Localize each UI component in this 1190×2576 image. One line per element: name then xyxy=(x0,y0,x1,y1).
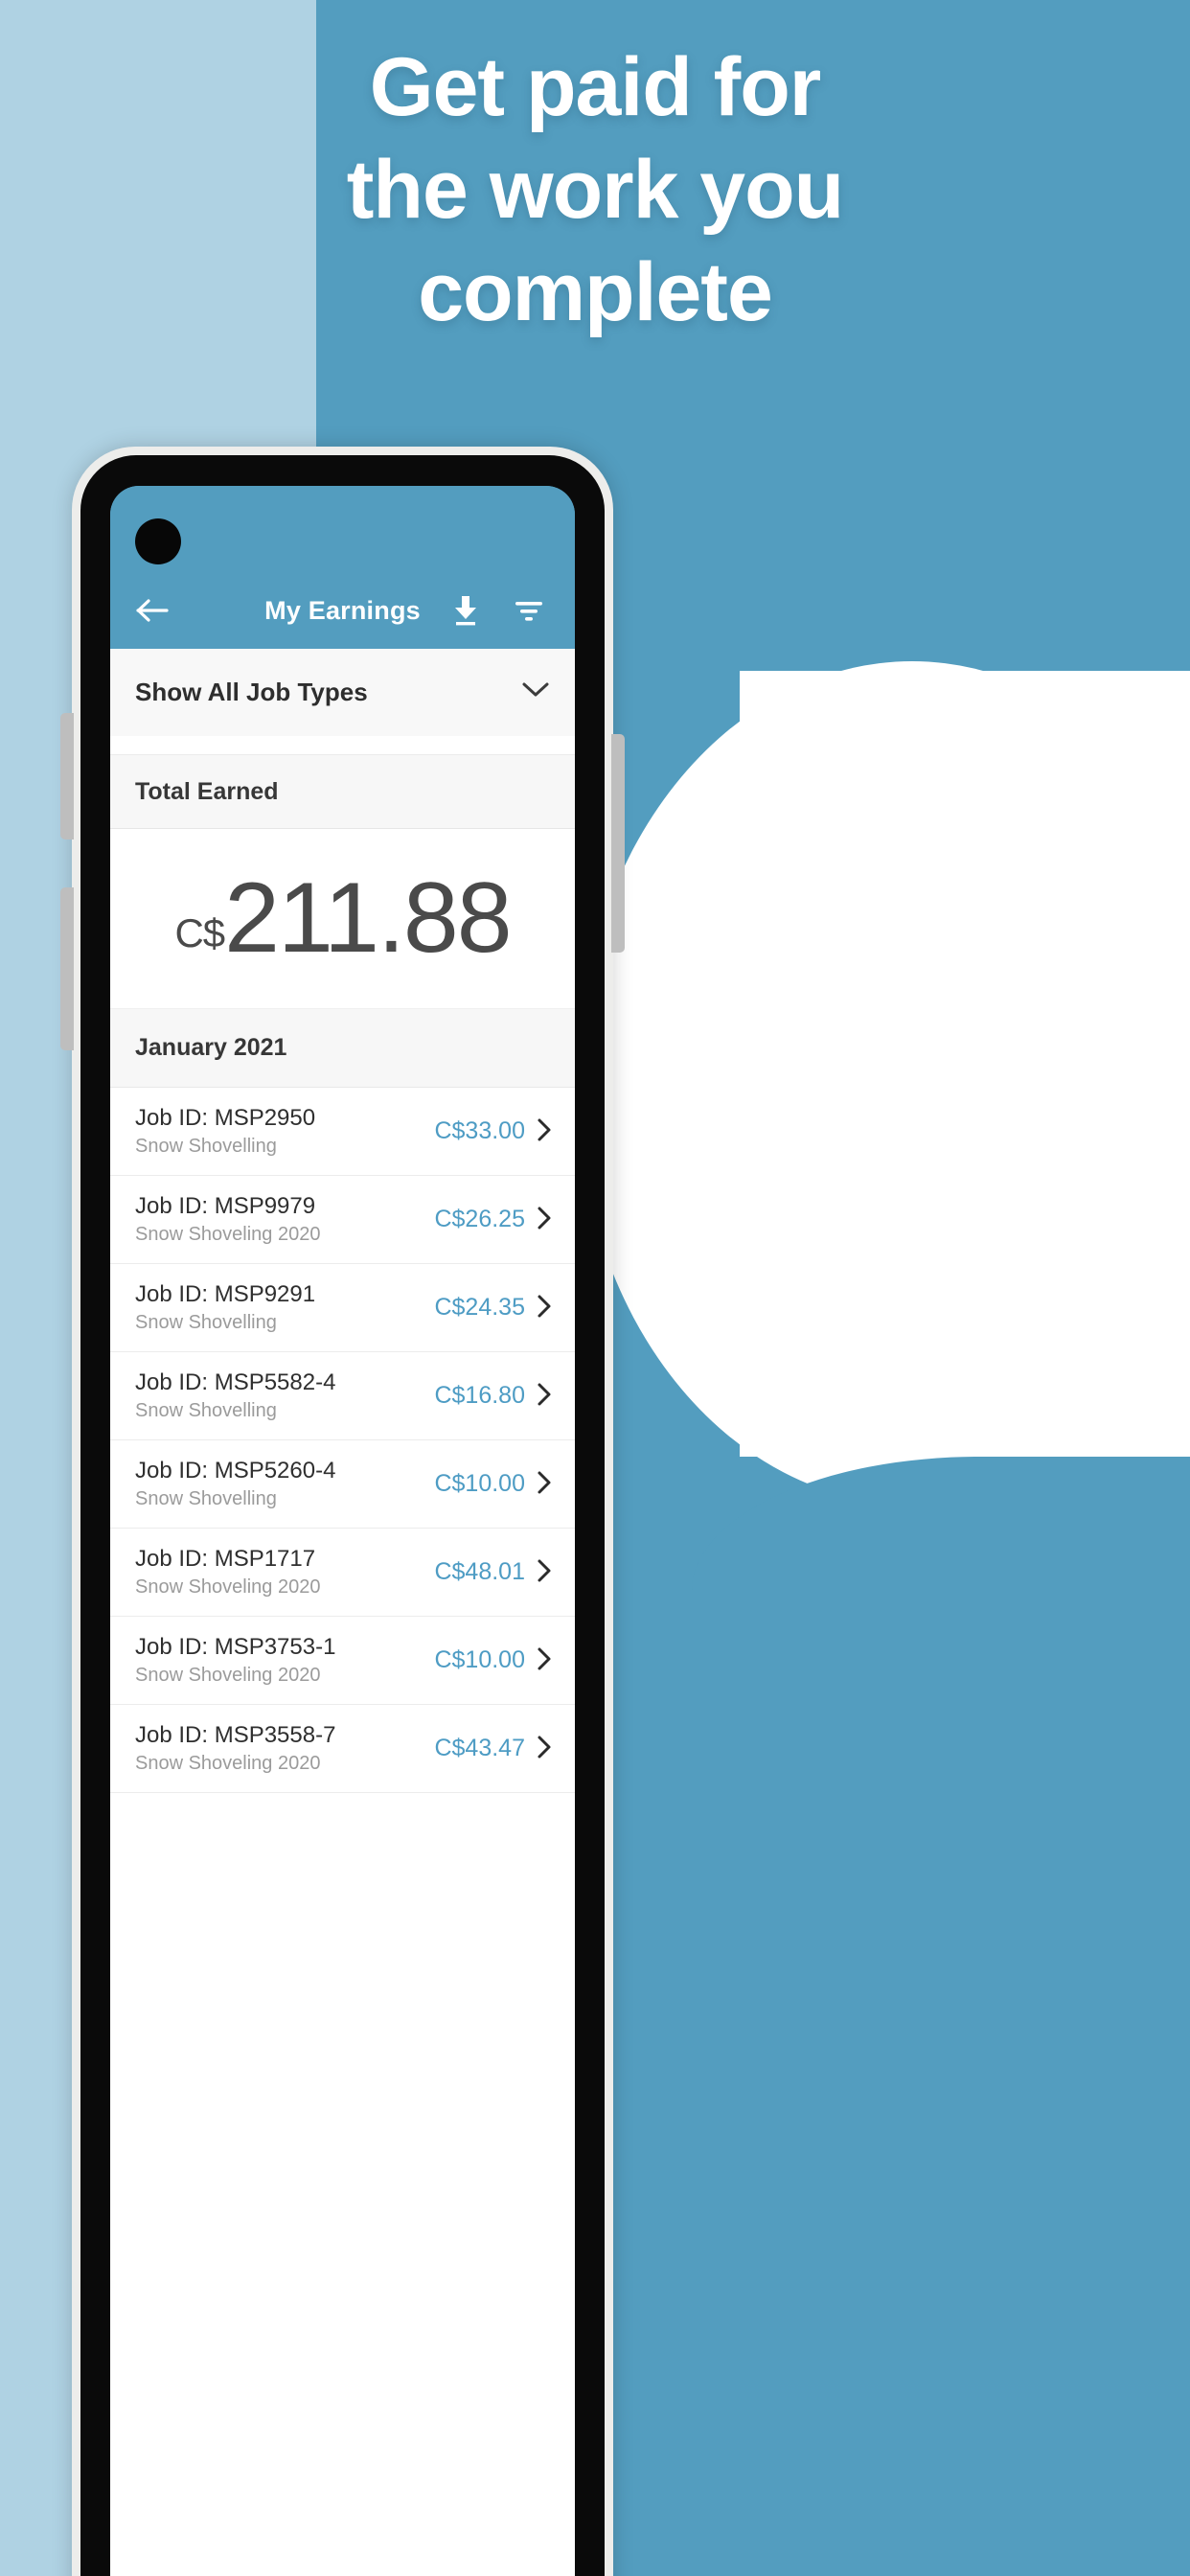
chevron-right-icon xyxy=(537,1470,552,1499)
job-row-amount-group: C$24.35 xyxy=(434,1294,552,1322)
download-button[interactable] xyxy=(441,586,491,635)
job-id-label: Job ID: MSP3558-7 xyxy=(135,1722,336,1748)
job-type-label: Snow Shoveling 2020 xyxy=(135,1224,321,1245)
job-earning-row[interactable]: Job ID: MSP1717 Snow Shoveling 2020 C$48.0… xyxy=(110,1529,575,1617)
job-earning-row[interactable]: Job ID: MSP2950 Snow Shovelling C$33.00 xyxy=(110,1088,575,1176)
hero-headline-line-2: the work you xyxy=(346,144,844,236)
job-row-amount-group: C$48.01 xyxy=(434,1558,552,1587)
job-row-amount-group: C$10.00 xyxy=(434,1470,552,1499)
job-row-amount-group: C$16.80 xyxy=(434,1382,552,1411)
hero-headline-line-1: Get paid for xyxy=(369,41,822,133)
status-bar xyxy=(110,486,575,572)
job-type-label: Snow Shovelling xyxy=(135,1400,277,1421)
job-row-text: Job ID: MSP3558-7 Snow Shoveling 2020 xyxy=(135,1722,335,1775)
total-earned-amount: C$ 211.88 xyxy=(110,829,575,1009)
total-amount-value: 211.88 xyxy=(224,862,512,975)
front-camera-icon xyxy=(135,518,181,564)
job-amount-label: C$33.00 xyxy=(434,1117,525,1144)
phone-screen: My Earnings Show All Job Types Total Ear… xyxy=(110,486,575,2576)
job-type-label: Snow Shovelling xyxy=(135,1488,277,1509)
job-type-label: Snow Shoveling 2020 xyxy=(135,1576,321,1598)
job-row-amount-group: C$33.00 xyxy=(434,1117,552,1146)
job-amount-label: C$10.00 xyxy=(434,1646,525,1673)
chevron-right-icon xyxy=(537,1735,552,1763)
job-id-label: Job ID: MSP5582-4 xyxy=(135,1369,336,1395)
job-id-label: Job ID: MSP3753-1 xyxy=(135,1634,336,1660)
job-row-text: Job ID: MSP5260-4 Snow Shovelling xyxy=(135,1458,335,1510)
job-row-text: Job ID: MSP1717 Snow Shoveling 2020 xyxy=(135,1546,320,1598)
job-row-text: Job ID: MSP2950 Snow Shovelling xyxy=(135,1105,315,1158)
chevron-right-icon xyxy=(537,1646,552,1675)
job-type-filter-label: Show All Job Types xyxy=(135,678,368,706)
job-earning-row[interactable]: Job ID: MSP3753-1 Snow Shoveling 2020 C$10… xyxy=(110,1617,575,1705)
total-currency-symbol: C$ xyxy=(174,909,225,955)
job-amount-label: C$10.00 xyxy=(434,1470,525,1497)
filter-button[interactable] xyxy=(504,586,554,635)
job-id-label: Job ID: MSP9291 xyxy=(135,1281,316,1307)
job-row-amount-group: C$26.25 xyxy=(434,1206,552,1234)
job-amount-label: C$48.01 xyxy=(434,1558,525,1585)
job-id-label: Job ID: MSP5260-4 xyxy=(135,1458,336,1484)
chevron-down-icon xyxy=(521,681,550,703)
download-icon xyxy=(455,596,476,626)
job-amount-label: C$43.47 xyxy=(434,1735,525,1761)
job-earning-row[interactable]: Job ID: MSP5582-4 Snow Shovelling C$16.80 xyxy=(110,1352,575,1440)
app-bar-actions xyxy=(441,586,575,635)
phone-mockup: My Earnings Show All Job Types Total Ear… xyxy=(60,447,625,2576)
earnings-content: Show All Job Types Total Earned C$ 211.8 xyxy=(110,649,575,2576)
filter-icon xyxy=(515,602,542,621)
job-row-text: Job ID: MSP9291 Snow Shovelling xyxy=(135,1281,315,1334)
hero-headline-line-3: complete xyxy=(418,246,773,338)
job-row-text: Job ID: MSP3753-1 Snow Shoveling 2020 xyxy=(135,1634,335,1687)
job-type-label: Snow Shoveling 2020 xyxy=(135,1753,321,1774)
job-type-label: Snow Shovelling xyxy=(135,1312,277,1333)
job-id-label: Job ID: MSP9979 xyxy=(135,1193,316,1219)
job-amount-label: C$26.25 xyxy=(434,1206,525,1232)
chevron-right-icon xyxy=(537,1117,552,1146)
promo-screenshot: Get paid for the work you complete My Ea… xyxy=(0,0,1190,2576)
chevron-right-icon xyxy=(537,1294,552,1322)
hero-headline: Get paid for the work you complete xyxy=(0,36,1190,344)
background-shape-blue-bottom xyxy=(692,1457,1190,2576)
back-button[interactable] xyxy=(122,596,183,625)
job-row-amount-group: C$10.00 xyxy=(434,1646,552,1675)
job-type-label: Snow Shovelling xyxy=(135,1136,277,1157)
month-section-header: January 2021 xyxy=(110,1009,575,1088)
job-type-label: Snow Shoveling 2020 xyxy=(135,1665,321,1686)
arrow-left-icon xyxy=(136,599,169,622)
job-earning-row[interactable]: Job ID: MSP5260-4 Snow Shovelling C$10.00 xyxy=(110,1440,575,1529)
job-row-text: Job ID: MSP5582-4 Snow Shovelling xyxy=(135,1369,335,1422)
chevron-right-icon xyxy=(537,1382,552,1411)
job-id-label: Job ID: MSP2950 xyxy=(135,1105,316,1131)
volume-up-button[interactable] xyxy=(60,713,74,840)
job-row-text: Job ID: MSP9979 Snow Shoveling 2020 xyxy=(135,1193,320,1246)
job-earning-row[interactable]: Job ID: MSP3558-7 Snow Shoveling 2020 C$43… xyxy=(110,1705,575,1793)
spacer xyxy=(110,737,575,754)
job-earning-row[interactable]: Job ID: MSP9979 Snow Shoveling 2020 C$26.2… xyxy=(110,1176,575,1264)
app-bar: My Earnings xyxy=(110,572,575,649)
job-id-label: Job ID: MSP1717 xyxy=(135,1546,316,1572)
job-earning-row[interactable]: Job ID: MSP9291 Snow Shovelling C$24.35 xyxy=(110,1264,575,1352)
job-amount-label: C$16.80 xyxy=(434,1382,525,1409)
volume-down-button[interactable] xyxy=(60,887,74,1050)
chevron-right-icon xyxy=(537,1206,552,1234)
job-amount-label: C$24.35 xyxy=(434,1294,525,1321)
background-shape-white-blob xyxy=(577,661,1190,1505)
phone-bezel: My Earnings Show All Job Types Total Ear… xyxy=(80,455,605,2576)
chevron-right-icon xyxy=(537,1558,552,1587)
job-earnings-list: Job ID: MSP2950 Snow Shovelling C$33.00 Job… xyxy=(110,1088,575,1793)
job-type-filter-dropdown[interactable]: Show All Job Types xyxy=(110,649,575,737)
power-button[interactable] xyxy=(611,734,625,953)
job-row-amount-group: C$43.47 xyxy=(434,1735,552,1763)
total-earned-header: Total Earned xyxy=(110,754,575,829)
